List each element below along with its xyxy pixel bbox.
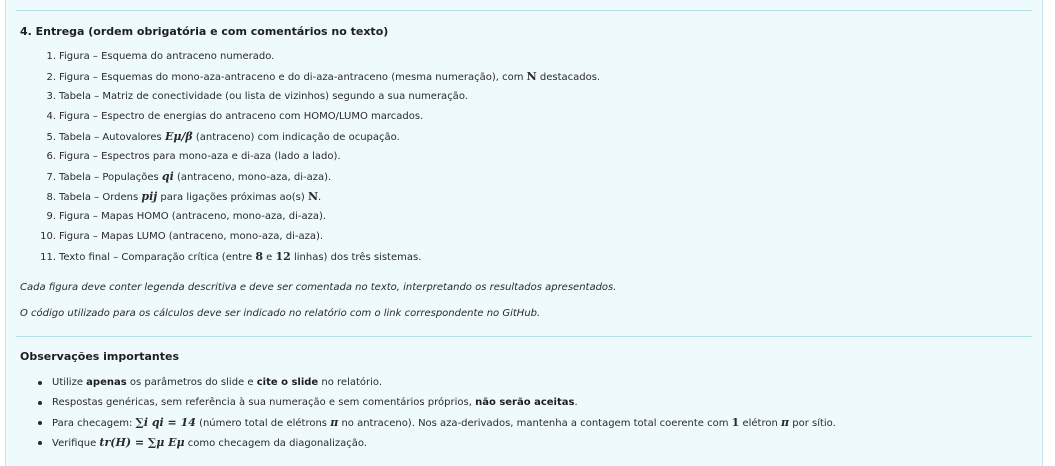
- math-symbol: N: [307, 190, 319, 203]
- math-symbol: 12: [275, 250, 291, 263]
- figure-caption-note: Cada figura deve conter legenda descriti…: [20, 282, 617, 293]
- bullet-icon: [38, 381, 42, 385]
- list-item: 11. Texto final – Comparação crítica (ent…: [40, 250, 422, 263]
- bullet-icon: [38, 421, 42, 425]
- entrega-heading: 4. Entrega (ordem obrigatória e com come…: [20, 25, 389, 38]
- math-symbol: pij: [141, 190, 158, 203]
- math-symbol: qi: [161, 170, 174, 183]
- math-symbol: N: [526, 70, 537, 83]
- divider-middle: [16, 336, 1032, 337]
- list-item: Utilize apenas os parâmetros do slide e …: [20, 373, 836, 393]
- list-item: 1. Figura – Esquema do antraceno numerado…: [46, 51, 275, 62]
- list-item: 8. Tabela – Ordens pij para ligações próx…: [46, 190, 322, 203]
- divider-top: [16, 10, 1032, 11]
- math-formula: tr(H) = ∑μ Eμ: [99, 436, 185, 449]
- observacoes-heading: Observações importantes: [20, 350, 180, 363]
- math-symbol: 8: [255, 250, 263, 263]
- list-item: 6. Figura – Espectros para mono-aza e di-…: [46, 151, 341, 162]
- entrega-list: 1. Figura – Esquema do antraceno numerado…: [20, 47, 600, 267]
- list-item: 2. Figura – Esquemas do mono-aza-antracen…: [46, 70, 601, 83]
- list-item: 7. Tabela – Populações qi (antraceno, mon…: [46, 170, 332, 183]
- list-item: Verifique tr(H) = ∑μ Eμ como checagem da…: [20, 433, 836, 453]
- bullet-icon: [38, 401, 42, 405]
- list-item: 5. Tabela – Autovalores Eμ/β (antraceno) …: [46, 130, 400, 143]
- math-symbol: π: [781, 416, 790, 429]
- content-panel: 4. Entrega (ordem obrigatória e com come…: [5, 0, 1043, 466]
- list-item: 9. Figura – Mapas HOMO (antraceno, mono-a…: [46, 211, 327, 222]
- list-item: 3. Tabela – Matriz de conectividade (ou l…: [46, 91, 468, 102]
- math-formula: ∑i qi = 14: [135, 416, 196, 429]
- observacoes-list: Utilize apenas os parâmetros do slide e …: [20, 373, 836, 453]
- list-item: Para checagem: ∑i qi = 14 (número total …: [20, 413, 836, 433]
- math-symbol: Eμ/β: [164, 130, 193, 143]
- github-code-note: O código utilizado para os cálculos deve…: [20, 308, 541, 319]
- list-item: 10. Figura – Mapas LUMO (antraceno, mono-…: [40, 231, 324, 242]
- list-item: 4. Figura – Espectro de energias do antra…: [46, 111, 424, 122]
- list-item: Respostas genéricas, sem referência à su…: [20, 393, 836, 413]
- bullet-icon: [38, 441, 42, 445]
